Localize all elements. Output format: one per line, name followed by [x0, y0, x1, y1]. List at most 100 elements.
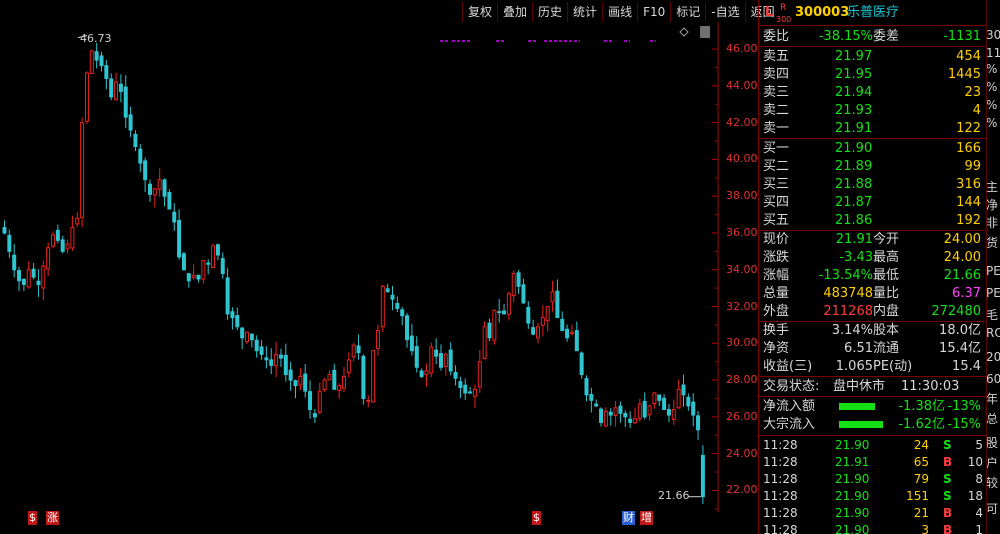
candle-body — [152, 188, 157, 196]
candle-body — [526, 306, 531, 324]
candle-body — [84, 72, 89, 122]
weibi-value: -38.15% — [818, 29, 873, 44]
candle-body — [312, 413, 317, 418]
flow-bar — [839, 421, 883, 428]
bids-volume: 166 — [956, 141, 981, 156]
scroll-handle[interactable] — [700, 26, 710, 38]
candle-body — [94, 51, 99, 61]
strip-text: % — [986, 116, 998, 130]
candle-body — [75, 217, 80, 225]
strip-text: 主 — [986, 180, 999, 194]
price-tick: 26.00 — [726, 409, 758, 423]
stat-value: 1.065 — [835, 359, 873, 374]
stat-row: 换手 3.14% 股本 18.0亿 — [763, 322, 985, 339]
candle-body — [414, 346, 419, 368]
asks-row[interactable]: 卖二 21.93 4 — [763, 102, 985, 119]
toolbar-button-6[interactable]: 标记 — [670, 2, 705, 22]
tick-side: S — [943, 438, 952, 452]
bids-price: 21.88 — [835, 177, 873, 192]
strip-text: 非 — [986, 216, 999, 230]
candle-body — [46, 247, 51, 270]
candle-body — [138, 148, 143, 164]
toolbar-button-5[interactable]: F10 — [637, 2, 670, 22]
asks-row[interactable]: 卖三 21.94 23 — [763, 84, 985, 101]
bids-row[interactable]: 买四 21.87 144 — [763, 194, 985, 211]
candle-body — [400, 309, 405, 317]
toolbar-button-3[interactable]: 统计 — [567, 2, 602, 22]
candle-body — [371, 350, 376, 403]
toolbar-button-4[interactable]: 画线 — [602, 2, 637, 22]
stat-label: 涨跌 — [763, 250, 790, 265]
candle-body — [545, 306, 550, 322]
candle-body — [278, 354, 283, 359]
stat-value: 21.91 — [835, 232, 873, 247]
stat-value: 24.00 — [943, 232, 981, 247]
candle-body — [322, 379, 327, 391]
stock-header: L R 300 300003 乐普医疗 — [763, 3, 985, 24]
stat-label: 今开 — [873, 232, 900, 247]
candle-body — [657, 394, 662, 401]
candle-body — [390, 294, 395, 300]
badge-letter: L — [765, 5, 774, 20]
candle-body — [17, 270, 22, 282]
candle-body — [269, 359, 274, 366]
event-marker-3[interactable]: 财 — [622, 511, 635, 525]
bids-row[interactable]: 买五 21.86 192 — [763, 212, 985, 229]
asks-row[interactable]: 卖五 21.97 454 — [763, 48, 985, 65]
asks-label: 卖五 — [763, 49, 790, 64]
strip-text: 11 — [986, 46, 1000, 60]
candle-body — [589, 394, 594, 401]
candle-body — [332, 369, 337, 390]
bids-row[interactable]: 买一 21.90 166 — [763, 140, 985, 157]
stock-terminal: 复权 叠加 历史 统计 画线 F10 标记 -自选 返回 46.73 21.66 46.00 44… — [0, 0, 1000, 534]
candle-body — [613, 407, 618, 416]
candle-body — [458, 381, 463, 388]
stat-value: 15.4亿 — [939, 341, 981, 356]
event-marker-4[interactable]: 增 — [640, 511, 653, 525]
tick-side: S — [943, 472, 952, 486]
stock-name[interactable]: 乐普医疗 — [847, 4, 899, 21]
asks-row[interactable]: 卖一 21.91 122 — [763, 120, 985, 137]
bids-row[interactable]: 买三 21.88 316 — [763, 176, 985, 193]
price-tick: 46.00 — [726, 42, 758, 56]
event-marker-0[interactable]: $ — [28, 511, 37, 525]
toolbar-button-0[interactable]: 复权 — [462, 2, 497, 22]
toolbar-button-1[interactable]: 叠加 — [497, 2, 532, 22]
candle-body — [181, 253, 186, 271]
stock-code[interactable]: 300003 — [795, 4, 849, 21]
candle-body — [477, 361, 482, 388]
stat-label: 现价 — [763, 232, 790, 247]
bids-label: 买四 — [763, 195, 790, 210]
stat-value: 3.14% — [831, 323, 873, 338]
candle-body — [36, 280, 41, 285]
candle-body — [60, 239, 65, 252]
price-tick: 24.00 — [726, 446, 758, 460]
candle-body — [41, 265, 46, 289]
candle-body — [637, 403, 642, 420]
price-tick: 44.00 — [726, 78, 758, 92]
candle-body — [177, 219, 182, 258]
candle-body — [439, 353, 443, 368]
asks-row[interactable]: 卖四 21.95 1445 — [763, 66, 985, 83]
asks-label: 卖三 — [763, 85, 790, 100]
candle-body — [288, 369, 293, 381]
toolbar-button-7[interactable]: -自选 — [705, 2, 744, 22]
candle-body — [429, 346, 434, 374]
candle-body — [143, 160, 148, 181]
separator — [759, 46, 987, 47]
event-marker-1[interactable]: 涨 — [46, 511, 59, 525]
candle-body — [443, 353, 448, 367]
diamond-icon[interactable] — [679, 27, 689, 37]
bids-row[interactable]: 买二 21.89 99 — [763, 158, 985, 175]
event-marker-2[interactable]: $ — [532, 511, 541, 525]
candle-body — [419, 370, 424, 377]
stat-value: 24.00 — [943, 250, 981, 265]
toolbar-button-2[interactable]: 历史 — [532, 2, 567, 22]
kline-chart[interactable]: 46.73 21.66 — [0, 22, 720, 512]
candle-body — [211, 245, 216, 269]
stat-value: 15.4 — [952, 359, 981, 374]
price-tick: 36.00 — [726, 225, 758, 239]
candle-body — [133, 133, 138, 148]
candle-body — [225, 277, 230, 315]
kline-plot[interactable] — [0, 22, 720, 512]
